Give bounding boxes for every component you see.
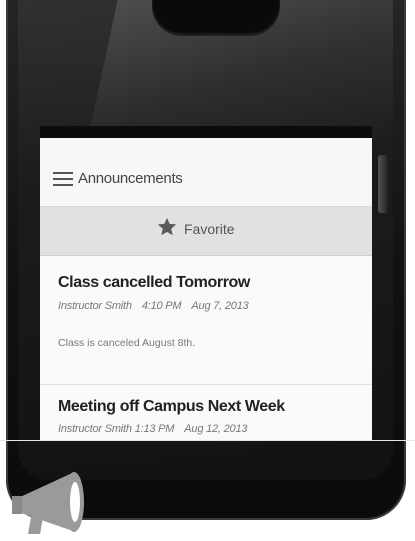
status-bar bbox=[40, 126, 372, 138]
phone-screen: Announcements Favorite Class cancelled T… bbox=[40, 138, 372, 440]
favorite-button[interactable]: Favorite bbox=[40, 207, 372, 256]
announcement-date: Aug 12, 2013 bbox=[184, 423, 248, 435]
announcement-item[interactable]: Meeting off Campus Next Week Instructor … bbox=[40, 385, 372, 440]
phone-side-button bbox=[378, 155, 388, 213]
announcement-time: 1:13 PM bbox=[134, 423, 175, 435]
action-bar: Announcements bbox=[40, 138, 372, 207]
announcement-author: Instructor Smith bbox=[58, 300, 132, 312]
announcement-meta: Instructor Smith 4:10 PM Aug 7, 2013 bbox=[58, 300, 249, 312]
canvas: Announcements Favorite Class cancelled T… bbox=[0, 0, 415, 541]
earpiece-speaker bbox=[152, 0, 280, 36]
divider bbox=[0, 440, 415, 441]
megaphone-icon bbox=[12, 472, 84, 534]
favorite-label: Favorite bbox=[184, 221, 235, 237]
page-title: Announcements bbox=[78, 170, 183, 187]
announcement-title: Class cancelled Tomorrow bbox=[58, 274, 250, 291]
star-icon bbox=[157, 217, 177, 236]
announcement-title: Meeting off Campus Next Week bbox=[58, 398, 285, 415]
announcement-date: Aug 7, 2013 bbox=[191, 300, 249, 312]
announcement-meta: Instructor Smith 1:13 PM Aug 12, 2013 bbox=[58, 423, 248, 435]
announcement-body: Class is canceled August 8th. bbox=[58, 337, 196, 349]
hamburger-menu-icon[interactable] bbox=[53, 172, 73, 187]
announcement-item[interactable]: Class cancelled Tomorrow Instructor Smit… bbox=[40, 256, 372, 385]
announcement-time: 4:10 PM bbox=[141, 300, 182, 312]
announcement-author: Instructor Smith bbox=[58, 423, 132, 435]
